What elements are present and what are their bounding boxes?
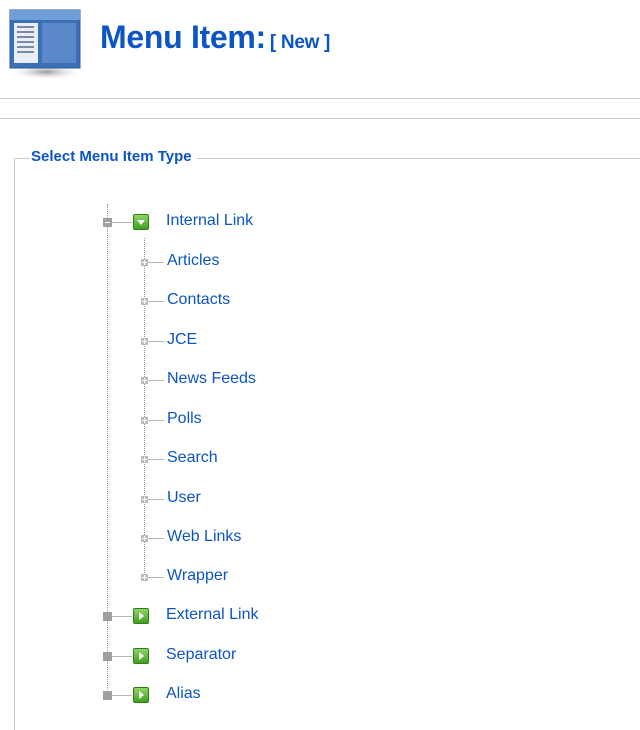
tree-trunk-line [107, 204, 108, 696]
expand-toggle-icon[interactable] [141, 377, 148, 384]
page-title-text: Menu Item: [100, 19, 266, 55]
tree-connector [148, 301, 164, 302]
expand-toggle-icon[interactable] [141, 456, 148, 463]
tree-connector [148, 420, 164, 421]
tree-child-label[interactable]: JCE [167, 331, 197, 349]
tree-leaf-marker-icon [103, 612, 112, 621]
expand-toggle-icon[interactable] [141, 535, 148, 542]
tree-node-label[interactable]: Separator [166, 646, 236, 664]
tree-child-label[interactable]: News Feeds [167, 370, 256, 388]
tree-child-label[interactable]: Wrapper [167, 567, 228, 585]
expand-toggle-icon[interactable] [141, 338, 148, 345]
tree-connector [112, 222, 132, 223]
tree-child-label[interactable]: Search [167, 449, 218, 467]
header-divider-top [0, 98, 640, 99]
page-title: Menu Item:[ New ] [100, 19, 330, 56]
tree-connector [112, 695, 132, 696]
tree-connector [148, 459, 164, 460]
tree-connector [148, 262, 164, 263]
expand-toggle-icon[interactable] [141, 259, 148, 266]
fieldset-legend: Select Menu Item Type [29, 148, 196, 165]
tree-leaf-marker-icon [103, 652, 112, 661]
page-subtitle: [ New ] [269, 32, 331, 53]
tree-child-label[interactable]: Contacts [167, 291, 230, 309]
tree-node-label[interactable]: External Link [166, 606, 259, 624]
tree-child-label[interactable]: Polls [167, 410, 202, 428]
tree-connector [148, 538, 164, 539]
expand-toggle-icon[interactable] [141, 417, 148, 424]
tree-connector [148, 341, 164, 342]
green-expanded-arrow-icon[interactable] [133, 214, 149, 230]
page-header: Menu Item:[ New ] [0, 0, 640, 100]
green-right-arrow-icon[interactable] [133, 687, 149, 703]
green-right-arrow-icon[interactable] [133, 648, 149, 664]
green-right-arrow-icon[interactable] [133, 608, 149, 624]
menu-item-icon [8, 9, 84, 80]
tree-connector [148, 380, 164, 381]
collapse-toggle-icon[interactable] [103, 218, 112, 227]
tree-child-label[interactable]: Web Links [167, 528, 241, 546]
tree-child-label[interactable]: Articles [167, 252, 219, 270]
tree-node-label[interactable]: Alias [166, 685, 201, 703]
tree-child-label[interactable]: User [167, 489, 201, 507]
tree-connector [148, 577, 164, 578]
tree-leaf-marker-icon [103, 691, 112, 700]
tree-connector [112, 616, 132, 617]
expand-toggle-icon[interactable] [141, 298, 148, 305]
tree-connector [112, 656, 132, 657]
tree-branch-line [144, 238, 145, 577]
expand-toggle-icon[interactable] [141, 574, 148, 581]
header-divider-bottom [0, 118, 640, 119]
expand-toggle-icon[interactable] [141, 496, 148, 503]
tree-node-label[interactable]: Internal Link [166, 212, 253, 230]
tree-connector [148, 499, 164, 500]
